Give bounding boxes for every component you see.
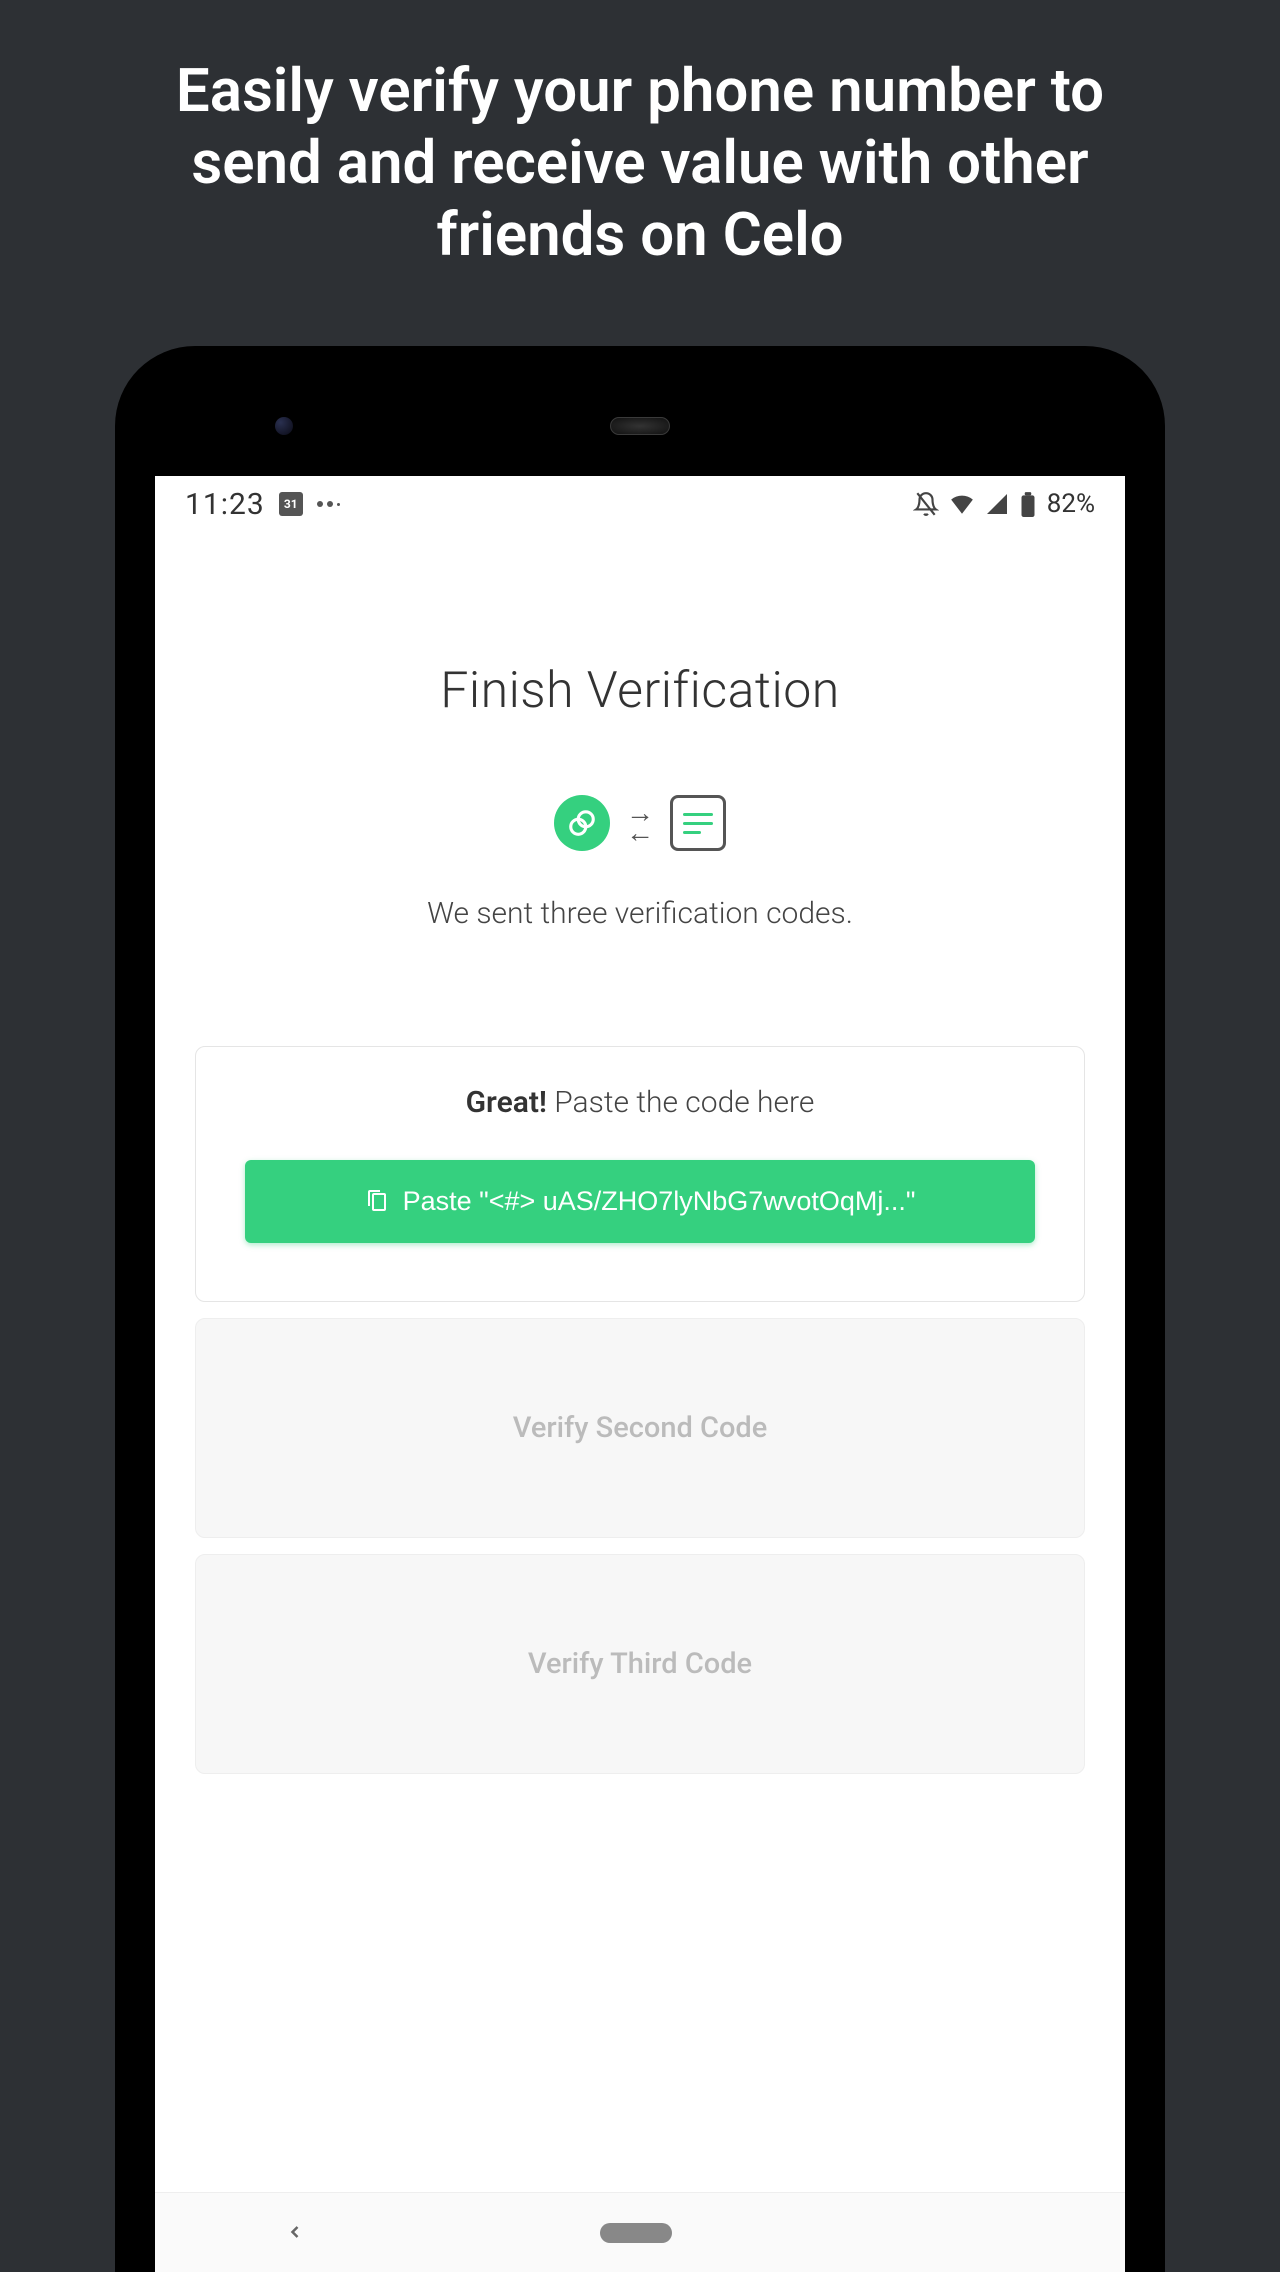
phone-speaker xyxy=(610,417,670,435)
verification-icons: →← xyxy=(554,795,726,851)
status-left: 11:23 31 xyxy=(185,487,340,522)
phone-frame: 11:23 31 82% xyxy=(115,346,1165,2272)
status-bar: 11:23 31 82% xyxy=(155,476,1125,532)
code-card-second-label: Verify Second Code xyxy=(513,1411,768,1445)
signal-icon xyxy=(985,492,1009,516)
swap-arrows-icon: →← xyxy=(626,803,654,842)
code-card-third[interactable]: Verify Third Code xyxy=(195,1554,1085,1774)
page-title: Finish Verification xyxy=(440,662,840,720)
phone-camera xyxy=(275,417,293,435)
code-card-second[interactable]: Verify Second Code xyxy=(195,1318,1085,1538)
code-cards-container: Great! Paste the code here Paste "<#> uA… xyxy=(195,1046,1085,1790)
paste-button-label: Paste "<#> uAS/ZHO7lyNbG7wvotOqMj..." xyxy=(403,1186,916,1217)
verification-subtitle: We sent three verification codes. xyxy=(427,896,853,931)
bell-muted-icon xyxy=(913,491,939,517)
android-nav-bar xyxy=(155,2192,1125,2272)
message-icon xyxy=(670,795,726,851)
status-time: 11:23 xyxy=(185,487,265,522)
paste-prompt: Great! Paste the code here xyxy=(466,1085,815,1120)
status-right: 82% xyxy=(913,489,1095,519)
app-content: Finish Verification →← We sent three ver… xyxy=(155,532,1125,2192)
wifi-icon xyxy=(949,491,975,517)
code-card-third-label: Verify Third Code xyxy=(528,1647,752,1681)
phone-frame-top xyxy=(155,376,1125,476)
code-card-first: Great! Paste the code here Paste "<#> uA… xyxy=(195,1046,1085,1302)
phone-screen: 11:23 31 82% xyxy=(155,476,1125,2272)
paste-code-button[interactable]: Paste "<#> uAS/ZHO7lyNbG7wvotOqMj..." xyxy=(245,1160,1035,1243)
nav-home-pill[interactable] xyxy=(600,2223,672,2243)
battery-icon xyxy=(1019,491,1037,517)
paste-icon xyxy=(365,1188,389,1216)
more-dots-icon xyxy=(317,501,340,507)
celo-logo-icon xyxy=(554,795,610,851)
battery-percentage: 82% xyxy=(1047,489,1095,519)
calendar-icon: 31 xyxy=(279,492,303,516)
promo-headline: Easily verify your phone number to send … xyxy=(140,55,1140,271)
nav-back-icon[interactable] xyxy=(285,2216,305,2249)
